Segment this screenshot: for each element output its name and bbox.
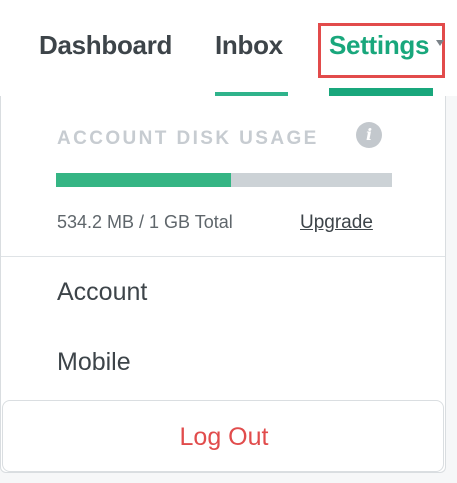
- upgrade-link[interactable]: Upgrade: [300, 212, 373, 234]
- logout-button[interactable]: Log Out: [2, 400, 444, 472]
- disk-usage-progress-fill: [56, 173, 231, 187]
- nav-dashboard[interactable]: Dashboard: [39, 30, 172, 70]
- menu-item-account[interactable]: Account: [57, 278, 147, 307]
- disk-usage-progress-bar: [56, 173, 392, 187]
- caret-down-icon[interactable]: [436, 40, 444, 46]
- screen: Dashboard Inbox Settings ACCOUNT DISK US…: [0, 0, 457, 483]
- divider: [1, 256, 445, 257]
- disk-usage-title: ACCOUNT DISK USAGE: [57, 128, 319, 149]
- logout-label: Log Out: [179, 423, 269, 451]
- nav-settings-underline: [329, 88, 433, 96]
- disk-usage-text: 534.2 MB / 1 GB Total: [57, 212, 233, 232]
- menu-item-mobile[interactable]: Mobile: [57, 348, 131, 377]
- nav-settings[interactable]: Settings: [329, 30, 429, 61]
- nav-inbox[interactable]: Inbox: [215, 30, 283, 70]
- info-icon[interactable]: i: [356, 122, 382, 148]
